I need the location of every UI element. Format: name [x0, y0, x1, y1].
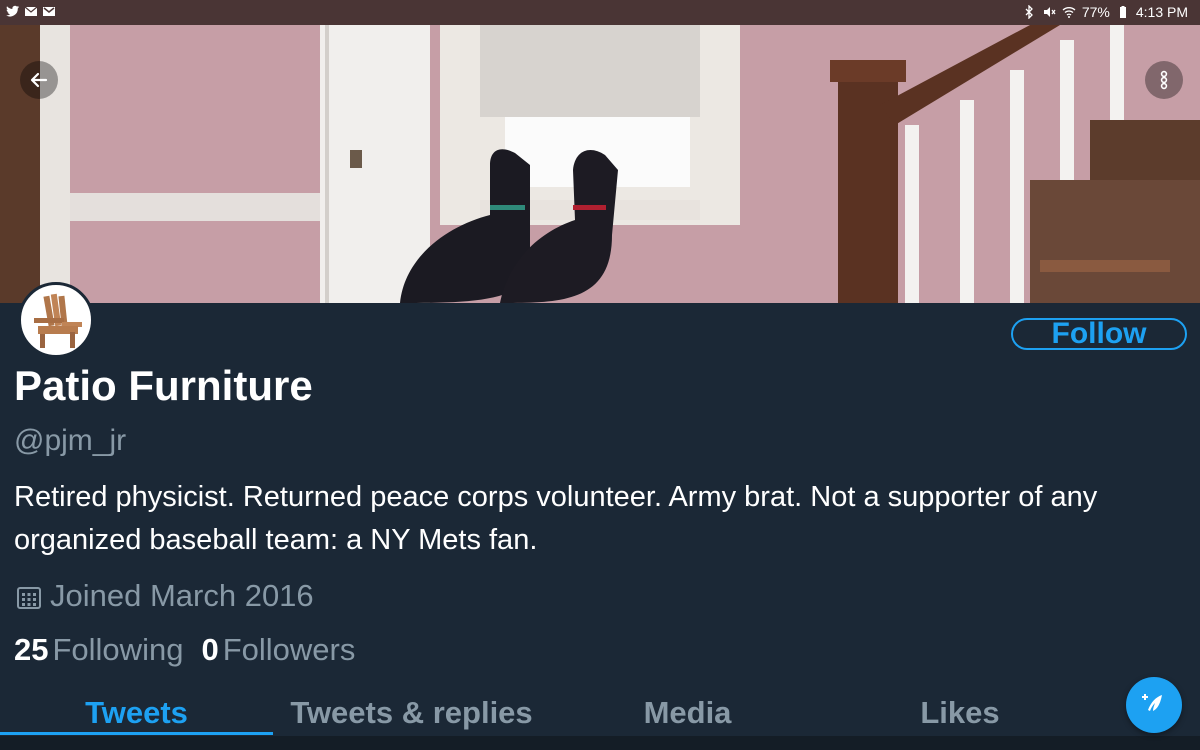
- profile-tabs: Tweets Tweets & replies Media Likes: [0, 690, 1200, 750]
- joined-text: Joined March 2016: [50, 578, 314, 613]
- active-tab-indicator: [0, 732, 273, 735]
- compose-tweet-icon: [1140, 689, 1168, 722]
- bluetooth-icon: [1022, 4, 1036, 20]
- more-vertical-icon: [1153, 69, 1175, 91]
- calendar-icon: [16, 583, 42, 609]
- followers-label: Followers: [222, 632, 356, 667]
- status-bar: 77% 4:13 PM: [0, 0, 1200, 25]
- notification-icons: [6, 4, 56, 18]
- mail-icon: [24, 4, 38, 18]
- bio: Retired physicist. Returned peace corps …: [14, 481, 1098, 556]
- more-options-button[interactable]: [1145, 61, 1183, 99]
- following-count: 25: [14, 632, 49, 667]
- following-link[interactable]: 25 Following: [14, 632, 183, 668]
- display-name: Patio Furniture: [14, 362, 313, 409]
- clock: 4:13 PM: [1135, 4, 1188, 20]
- avatar[interactable]: [18, 282, 94, 358]
- follow-button[interactable]: Follow: [1011, 317, 1187, 350]
- follow-counts: 25 Following 0 Followers: [14, 632, 355, 668]
- adirondack-chair-image: [34, 293, 82, 348]
- wifi-icon: [1062, 5, 1076, 19]
- battery-icon: [1116, 5, 1130, 19]
- mute-icon: [1042, 5, 1056, 19]
- banner-image: [0, 25, 1200, 303]
- profile-banner: [0, 25, 1200, 303]
- battery-percent: 77%: [1081, 4, 1110, 20]
- gmail-icon: [42, 4, 56, 18]
- tab-likes[interactable]: Likes: [825, 690, 1095, 736]
- followers-link[interactable]: 0 Followers: [201, 632, 355, 668]
- user-handle: @pjm_jr: [14, 424, 127, 457]
- tab-tweets[interactable]: Tweets: [0, 690, 273, 736]
- joined-date: Joined March 2016: [16, 578, 314, 614]
- following-label: Following: [52, 632, 184, 667]
- tabs-divider: [0, 736, 1200, 750]
- followers-count: 0: [201, 632, 219, 667]
- twitter-icon: [6, 4, 20, 18]
- tab-media[interactable]: Media: [550, 690, 825, 736]
- compose-tweet-button[interactable]: [1126, 677, 1182, 733]
- system-status: 77% 4:13 PM: [1022, 4, 1188, 20]
- tab-tweets-replies[interactable]: Tweets & replies: [273, 690, 550, 736]
- back-button[interactable]: [20, 61, 58, 99]
- arrow-left-icon: [28, 69, 50, 91]
